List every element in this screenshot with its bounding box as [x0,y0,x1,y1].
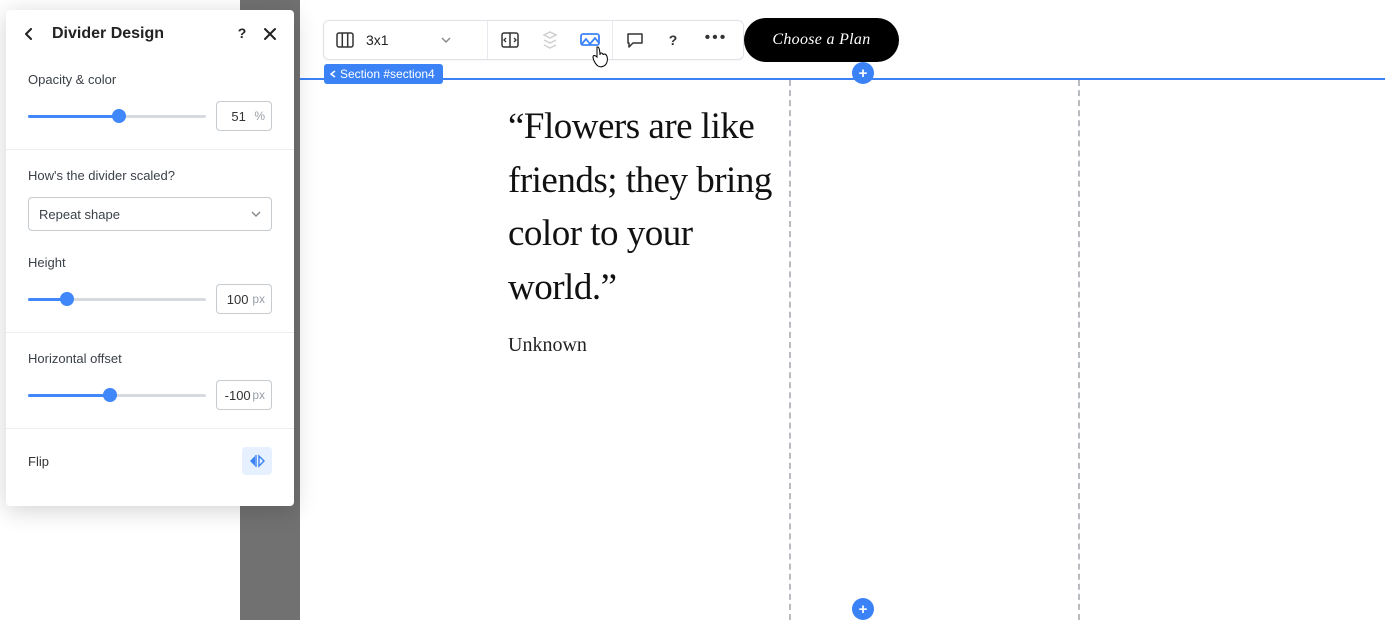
column-guide [1078,80,1080,620]
height-slider[interactable] [28,289,206,309]
more-menu[interactable]: ••• [701,29,732,51]
add-section-button[interactable]: + [852,62,874,84]
chevron-down-icon [441,37,451,43]
flip-horizontal-button[interactable] [242,447,272,475]
section-toolbar: 3x1 ? ••• Choose a Plan [323,18,899,62]
toolbar-help[interactable]: ? [663,30,683,50]
canvas[interactable] [300,0,1385,620]
back-button[interactable] [20,25,38,43]
quote-author[interactable]: Unknown [508,334,587,357]
divider-design-panel: Divider Design ? Opacity & color 51 % Ho… [6,10,294,506]
height-label: Height [28,255,272,270]
close-button[interactable] [260,24,280,44]
fit-tool[interactable] [500,30,520,50]
svg-text:?: ? [668,32,677,48]
panel-title: Divider Design [52,25,224,43]
scale-question-label: How's the divider scaled? [28,168,272,183]
flip-icon [249,454,265,468]
section-tag[interactable]: Section #section4 [324,64,443,84]
svg-text:?: ? [238,26,247,41]
opacity-value-input[interactable]: 51 % [216,101,272,131]
add-section-button[interactable]: + [852,598,874,620]
choose-a-plan-button[interactable]: Choose a Plan [744,18,898,62]
scale-mode-select[interactable]: Repeat shape [28,197,272,231]
quote-text[interactable]: “Flowers are like friends; they bring co… [508,100,808,315]
grid-icon [336,32,354,48]
height-value-input[interactable]: 100 px [216,284,272,314]
offset-slider[interactable] [28,385,206,405]
opacity-label: Opacity & color [28,72,272,87]
opacity-slider[interactable] [28,106,206,126]
comment-tool[interactable] [625,30,645,50]
offset-value-input[interactable]: -100 px [216,380,272,410]
layers-tool[interactable] [540,30,560,50]
section-selection-bar [300,78,1385,80]
grid-selector[interactable]: 3x1 [324,21,487,59]
help-button[interactable]: ? [232,24,252,44]
flip-label: Flip [28,454,49,469]
chevron-down-icon [251,211,261,217]
pointer-cursor-icon [590,46,610,68]
chevron-left-icon [330,70,336,78]
offset-label: Horizontal offset [28,351,272,366]
